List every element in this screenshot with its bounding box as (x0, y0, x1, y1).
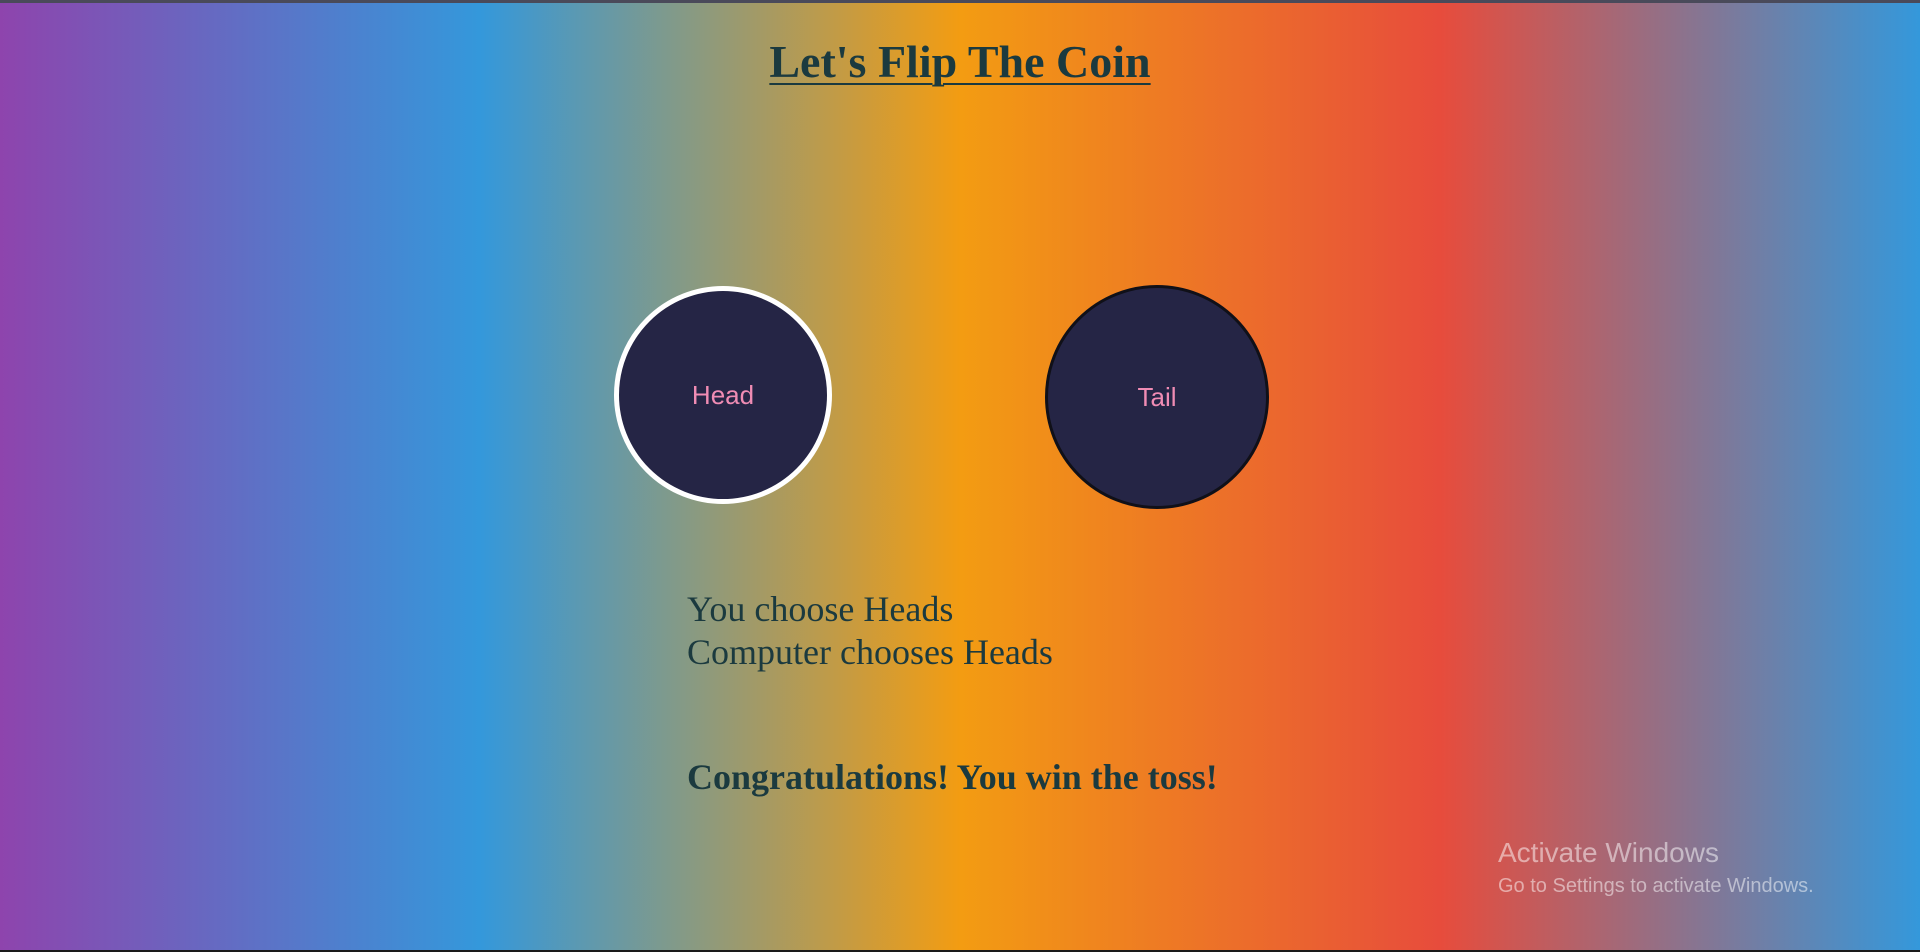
result-panel: You choose Heads Computer chooses Heads (687, 588, 1053, 674)
watermark-subtitle: Go to Settings to activate Windows. (1498, 875, 1814, 897)
head-coin-label: Head (691, 379, 755, 410)
user-choice-text: You choose Heads (687, 589, 954, 629)
activate-windows-watermark: Activate Windows Go to Settings to activ… (1498, 834, 1814, 900)
page-title: Let's Flip The Coin (769, 36, 1151, 87)
top-border (0, 0, 1920, 3)
tail-coin-button[interactable]: Tail (1045, 285, 1269, 509)
computer-choice-text: Computer chooses Heads (687, 632, 1053, 672)
outcome-message: Congratulations! You win the toss! (687, 757, 1218, 797)
tail-coin-label: Tail (1137, 381, 1177, 412)
head-coin-button[interactable]: Head (614, 286, 832, 504)
watermark-title: Activate Windows (1498, 837, 1719, 868)
